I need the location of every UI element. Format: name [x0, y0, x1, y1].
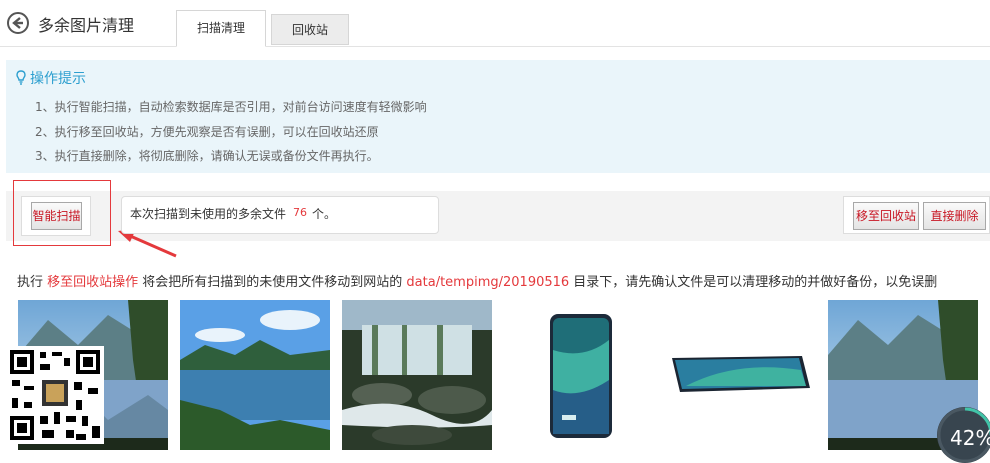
- back-arrow-icon[interactable]: [7, 12, 29, 34]
- scan-result-box: 本次扫描到未使用的多余文件 76 个。: [121, 196, 439, 234]
- notice-text: 将会把所有扫描到的未使用文件移动到网站的: [138, 275, 407, 290]
- notice-action: 移至回收站操作: [47, 275, 139, 290]
- tip-item: 2、执行移至回收站，方便先观察是否有误删，可以在回收站还原: [35, 125, 379, 139]
- delete-directly-button[interactable]: 直接删除: [923, 202, 986, 230]
- page-title: 多余图片清理: [38, 16, 135, 35]
- operation-tips-panel: 操作提示 1、执行智能扫描，自动检索数据库是否引用，对前台访问速度有轻微影响 2…: [6, 60, 990, 173]
- action-buttons-wrapper: 移至回收站 直接删除: [843, 196, 990, 234]
- tips-title-text: 操作提示: [30, 71, 86, 87]
- thumbnail-lake-island[interactable]: [180, 300, 330, 450]
- scan-highlight-box: [13, 180, 111, 246]
- thumbnail-waterfall[interactable]: [342, 300, 492, 450]
- result-count: 76: [293, 206, 307, 219]
- tab-recycle-bin[interactable]: 回收站: [271, 14, 349, 45]
- page-header: 多余图片清理 扫描清理 回收站: [0, 0, 990, 47]
- tip-item: 1、执行智能扫描，自动检索数据库是否引用，对前台访问速度有轻微影响: [35, 100, 427, 114]
- result-prefix: 本次扫描到未使用的多余文件: [130, 207, 287, 221]
- lightbulb-icon: [16, 70, 26, 85]
- thumbnail-phone-front[interactable]: [504, 300, 654, 450]
- notice-path: data/tempimg/20190516: [406, 275, 570, 290]
- notice-text: 目录下，请先确认文件是可以清理移动的并做好备份，以免误删: [569, 275, 938, 290]
- tip-item: 3、执行直接删除，将彻底删除，请确认无误或备份文件再执行。: [35, 149, 379, 163]
- result-suffix: 个。: [312, 207, 337, 221]
- tab-scan-clean[interactable]: 扫描清理: [176, 10, 266, 47]
- tips-heading: 操作提示: [16, 68, 86, 88]
- move-notice: 执行 移至回收站操作 将会把所有扫描到的未使用文件移动到网站的 data/tem…: [17, 271, 937, 290]
- thumbnail-phone-flat[interactable]: [666, 300, 816, 450]
- progress-percent: 42%: [950, 426, 990, 450]
- qr-code-icon: [6, 346, 104, 444]
- move-to-recycle-button[interactable]: 移至回收站: [853, 202, 919, 230]
- notice-text: 执行: [17, 275, 48, 290]
